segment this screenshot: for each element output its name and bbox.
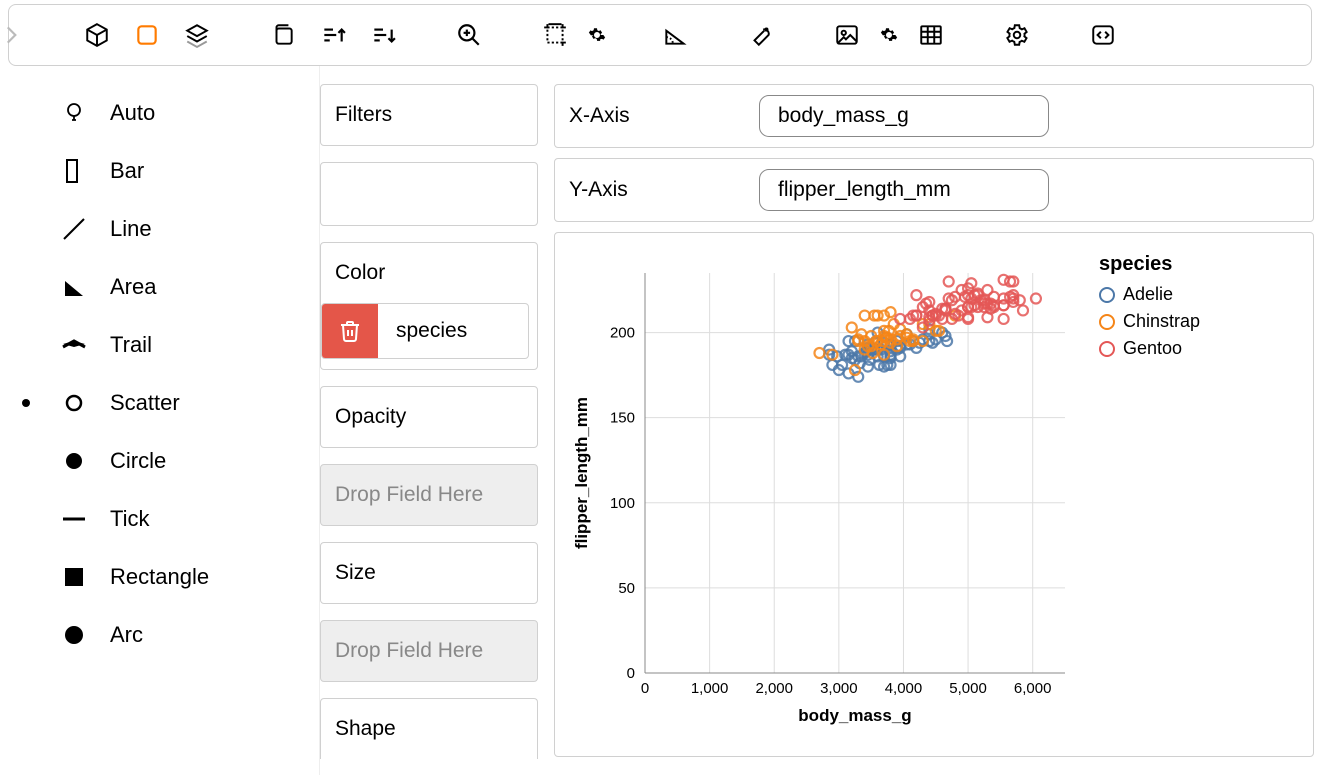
shape-section-header[interactable]: Shape [321, 699, 537, 759]
size-drop-zone[interactable]: Drop Field Here [320, 620, 538, 682]
marktype-circle[interactable]: Circle [0, 432, 319, 490]
marktype-label: Scatter [110, 390, 180, 416]
marktype-auto[interactable]: Auto [0, 84, 319, 142]
color-field-label: species [378, 319, 485, 343]
chevron-right-icon[interactable] [0, 13, 33, 57]
x-axis-shelf[interactable]: X-Axis body_mass_g [554, 84, 1314, 148]
marktype-trail[interactable]: Trail [0, 316, 319, 374]
marktype-area[interactable]: Area [0, 258, 319, 316]
marktype-label: Trail [110, 332, 152, 358]
marktype-rectangle[interactable]: Rectangle [0, 548, 319, 606]
marktype-label: Circle [110, 448, 166, 474]
marktype-line[interactable]: Line [0, 200, 319, 258]
marktype-label: Rectangle [110, 564, 209, 590]
gear-icon[interactable] [583, 13, 611, 57]
tick-icon [60, 505, 88, 533]
marktype-label: Line [110, 216, 152, 242]
legend-swatch [1099, 287, 1115, 303]
marktype-label: Tick [110, 506, 150, 532]
marktype-label: Auto [110, 100, 155, 126]
trash-icon[interactable] [322, 303, 378, 359]
svg-text:0: 0 [641, 680, 649, 697]
legend-label: Gentoo [1123, 338, 1182, 359]
resize-icon[interactable] [533, 13, 577, 57]
legend-swatch [1099, 314, 1115, 330]
cube-icon[interactable] [75, 13, 119, 57]
svg-text:100: 100 [610, 495, 635, 512]
circle-icon [60, 447, 88, 475]
chart-panel: 0 1,000 2,000 3,000 4,000 5,000 6,000 0 50 100 150… [554, 232, 1314, 757]
marktype-arc[interactable]: Arc [0, 606, 319, 664]
code-icon[interactable] [1081, 13, 1125, 57]
legend-item[interactable]: Chinstrap [1099, 311, 1200, 332]
auto-icon [60, 99, 88, 127]
svg-text:3,000: 3,000 [820, 680, 858, 697]
marktype-tick[interactable]: Tick [0, 490, 319, 548]
sort-asc-icon[interactable] [311, 13, 355, 57]
arc-icon [60, 621, 88, 649]
svg-text:200: 200 [610, 325, 635, 342]
svg-text:flipper_length_mm: flipper_length_mm [572, 397, 591, 549]
filters-drop-zone[interactable] [320, 162, 538, 226]
x-axis-label: X-Axis [569, 104, 719, 128]
marktype-scatter[interactable]: Scatter [0, 374, 319, 432]
table-icon[interactable] [909, 13, 953, 57]
chart-column: X-Axis body_mass_g Y-Axis flipper_length… [544, 66, 1320, 775]
svg-text:0: 0 [627, 665, 635, 682]
encodings-panel: Filters Color species Opacity Drop Field… [320, 66, 544, 775]
chart-legend: species Adelie Chinstrap Gentoo [1099, 253, 1200, 365]
scatter-icon [60, 389, 88, 417]
svg-text:150: 150 [610, 410, 635, 427]
duplicate-icon[interactable] [261, 13, 305, 57]
legend-label: Chinstrap [1123, 311, 1200, 332]
legend-item[interactable]: Gentoo [1099, 338, 1200, 359]
legend-title: species [1099, 253, 1200, 276]
gear-icon[interactable] [875, 13, 903, 57]
color-section-header[interactable]: Color [321, 243, 537, 303]
svg-text:2,000: 2,000 [755, 680, 793, 697]
mark-type-dropdown: Auto Bar Line Area Trail Scatter Circle Tick Rec… [0, 66, 320, 775]
y-axis-label: Y-Axis [569, 178, 719, 202]
settings-gear-icon[interactable] [995, 13, 1039, 57]
color-field-pill[interactable]: species [321, 303, 529, 359]
line-icon [60, 215, 88, 243]
trail-icon [60, 331, 88, 359]
svg-text:4,000: 4,000 [885, 680, 923, 697]
sort-desc-icon[interactable] [361, 13, 405, 57]
marktype-label: Bar [110, 158, 144, 184]
svg-text:6,000: 6,000 [1014, 680, 1052, 697]
opacity-drop-zone[interactable]: Drop Field Here [320, 464, 538, 526]
y-axis-field-pill[interactable]: flipper_length_mm [759, 169, 1049, 211]
layers-icon[interactable] [175, 13, 219, 57]
image-icon[interactable] [825, 13, 869, 57]
bar-icon [60, 157, 88, 185]
wrench-icon[interactable] [739, 13, 783, 57]
svg-text:5,000: 5,000 [949, 680, 987, 697]
svg-text:body_mass_g: body_mass_g [798, 706, 911, 725]
marktype-label: Arc [110, 622, 143, 648]
marktype-label: Area [110, 274, 156, 300]
angle-icon[interactable] [653, 13, 697, 57]
top-toolbar [8, 4, 1312, 66]
y-axis-shelf[interactable]: Y-Axis flipper_length_mm [554, 158, 1314, 222]
svg-text:50: 50 [618, 580, 635, 597]
zoom-in-icon[interactable] [447, 13, 491, 57]
size-section-header[interactable]: Size [321, 543, 537, 603]
legend-swatch [1099, 341, 1115, 357]
area-icon [60, 273, 88, 301]
legend-label: Adelie [1123, 284, 1173, 305]
svg-text:1,000: 1,000 [691, 680, 729, 697]
scatter-chart: 0 1,000 2,000 3,000 4,000 5,000 6,000 0 50 100 150… [565, 253, 1075, 733]
x-axis-field-pill[interactable]: body_mass_g [759, 95, 1049, 137]
opacity-section-header[interactable]: Opacity [321, 387, 537, 447]
rounded-square-icon[interactable] [125, 13, 169, 57]
marktype-bar[interactable]: Bar [0, 142, 319, 200]
rectangle-icon [60, 563, 88, 591]
legend-item[interactable]: Adelie [1099, 284, 1200, 305]
filters-section-header[interactable]: Filters [321, 85, 537, 145]
